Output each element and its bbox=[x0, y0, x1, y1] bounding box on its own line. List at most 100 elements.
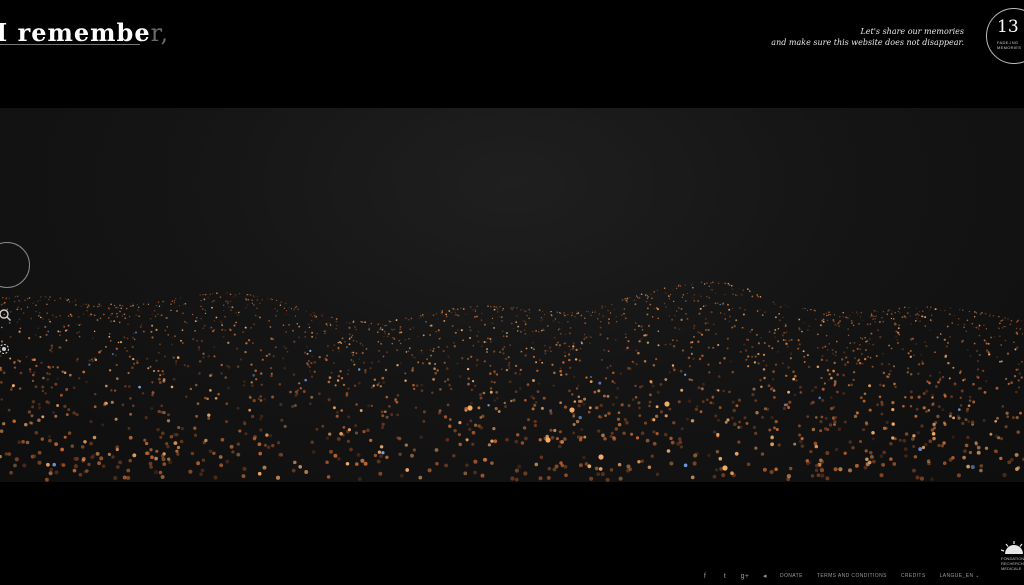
memory-particle[interactable] bbox=[767, 384, 771, 388]
memory-particle[interactable] bbox=[283, 307, 285, 309]
memory-particle[interactable] bbox=[761, 314, 764, 316]
memory-particle[interactable] bbox=[493, 399, 496, 402]
memory-particle[interactable] bbox=[747, 365, 750, 368]
memory-particle[interactable] bbox=[175, 360, 178, 363]
memory-particle[interactable] bbox=[669, 436, 673, 441]
memory-particle[interactable] bbox=[726, 418, 730, 422]
memory-particle[interactable] bbox=[546, 311, 548, 313]
memory-particle[interactable] bbox=[559, 312, 562, 314]
memory-particle[interactable] bbox=[153, 470, 159, 475]
memory-particle[interactable] bbox=[212, 292, 214, 295]
memory-particle[interactable] bbox=[583, 333, 586, 336]
memory-particle[interactable] bbox=[292, 373, 296, 376]
memory-particle[interactable] bbox=[737, 440, 741, 444]
memory-particle[interactable] bbox=[678, 284, 680, 286]
memory-particle[interactable] bbox=[304, 331, 307, 334]
memory-particle[interactable] bbox=[461, 357, 464, 360]
memory-particle[interactable] bbox=[377, 323, 380, 326]
memory-particle[interactable] bbox=[868, 384, 872, 388]
memory-particle[interactable] bbox=[819, 324, 822, 327]
memory-particle[interactable] bbox=[909, 315, 912, 317]
memory-particle[interactable] bbox=[2, 371, 6, 375]
memory-particle[interactable] bbox=[101, 464, 106, 468]
memory-particle[interactable] bbox=[470, 307, 473, 309]
memory-particle[interactable] bbox=[385, 351, 388, 354]
memory-particle[interactable] bbox=[653, 307, 656, 310]
memory-particle[interactable] bbox=[978, 334, 981, 337]
memory-particle[interactable] bbox=[890, 313, 893, 315]
memory-particle[interactable] bbox=[30, 421, 34, 425]
memory-particle[interactable] bbox=[46, 372, 49, 375]
memory-particle[interactable] bbox=[617, 422, 622, 427]
memory-particle[interactable] bbox=[571, 312, 574, 314]
memory-particle[interactable] bbox=[373, 378, 377, 381]
memory-particle[interactable] bbox=[616, 386, 620, 390]
memory-particle[interactable] bbox=[962, 379, 965, 382]
memory-particle[interactable] bbox=[717, 375, 721, 378]
memory-particle[interactable] bbox=[1007, 460, 1012, 465]
memory-particle[interactable] bbox=[474, 310, 477, 312]
memory-particle[interactable] bbox=[901, 316, 904, 319]
memory-particle[interactable] bbox=[125, 307, 128, 310]
memory-particle[interactable] bbox=[1004, 425, 1008, 429]
memory-particle[interactable] bbox=[627, 340, 630, 343]
memory-particle[interactable] bbox=[724, 293, 726, 296]
memory-particle[interactable] bbox=[176, 445, 181, 450]
memory-particle[interactable] bbox=[207, 354, 210, 358]
memory-particle[interactable] bbox=[254, 369, 257, 372]
memory-particle[interactable] bbox=[692, 286, 694, 289]
memory-particle[interactable] bbox=[332, 349, 334, 352]
memory-particle[interactable] bbox=[762, 359, 765, 362]
memory-particle[interactable] bbox=[496, 311, 499, 313]
memory-particle[interactable] bbox=[785, 403, 789, 407]
memory-particle[interactable] bbox=[915, 313, 917, 316]
memory-particle[interactable] bbox=[926, 306, 929, 308]
memory-particle[interactable] bbox=[472, 344, 475, 347]
memory-particle[interactable] bbox=[59, 393, 63, 397]
memory-particle[interactable] bbox=[422, 316, 425, 318]
memory-particle[interactable] bbox=[201, 458, 206, 462]
memory-particle[interactable] bbox=[355, 462, 359, 466]
memory-particle[interactable] bbox=[434, 363, 437, 365]
memory-particle[interactable] bbox=[630, 432, 634, 436]
memory-particle[interactable] bbox=[346, 439, 350, 443]
memory-particle[interactable] bbox=[210, 326, 213, 329]
memory-particle[interactable] bbox=[784, 325, 787, 328]
memory-particle[interactable] bbox=[251, 342, 254, 345]
memory-particle[interactable] bbox=[922, 391, 926, 396]
memory-particle[interactable] bbox=[349, 322, 351, 325]
memory-particle[interactable] bbox=[679, 369, 683, 373]
memory-particle[interactable] bbox=[888, 344, 890, 347]
memory-particle[interactable] bbox=[640, 384, 644, 388]
memory-particle[interactable] bbox=[654, 414, 659, 418]
memory-particle[interactable] bbox=[408, 319, 410, 321]
memory-particle[interactable] bbox=[749, 290, 751, 292]
memory-particle[interactable] bbox=[463, 307, 465, 309]
memory-particle[interactable] bbox=[420, 389, 424, 392]
memory-particle[interactable] bbox=[843, 351, 846, 354]
memory-particle[interactable] bbox=[825, 476, 830, 481]
memory-particle[interactable] bbox=[691, 283, 693, 285]
memory-particle[interactable] bbox=[405, 351, 408, 353]
memory-particle[interactable] bbox=[285, 331, 288, 334]
memory-particle[interactable] bbox=[104, 384, 108, 388]
memory-particle[interactable] bbox=[814, 468, 819, 473]
memory-particle[interactable] bbox=[542, 328, 545, 330]
memory-particle[interactable] bbox=[784, 339, 787, 342]
memory-particle[interactable] bbox=[188, 469, 193, 474]
memory-particle[interactable] bbox=[493, 305, 496, 308]
memory-particle[interactable] bbox=[888, 308, 891, 311]
memory-particle[interactable] bbox=[489, 390, 493, 394]
memory-particle[interactable] bbox=[336, 379, 340, 382]
memory-particle[interactable] bbox=[361, 344, 364, 347]
memory-particle[interactable] bbox=[657, 344, 660, 347]
memory-particle[interactable] bbox=[820, 358, 824, 361]
memory-particle[interactable] bbox=[719, 312, 722, 314]
memory-particle[interactable] bbox=[510, 476, 515, 481]
memory-particle[interactable] bbox=[1005, 326, 1007, 328]
memory-particle[interactable] bbox=[800, 437, 804, 441]
memory-particle[interactable] bbox=[958, 318, 960, 320]
memory-particle[interactable] bbox=[348, 327, 351, 330]
memory-particle[interactable] bbox=[889, 369, 892, 373]
memory-particle[interactable] bbox=[64, 388, 68, 392]
